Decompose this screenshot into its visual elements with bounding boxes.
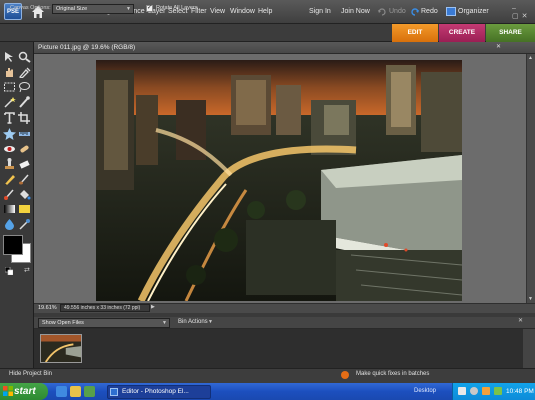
canvas-size-value: Original Size [56, 6, 88, 12]
rotate-all-layers-checkbox[interactable]: ✓ [146, 5, 153, 12]
red-eye-tool-icon[interactable] [3, 143, 16, 155]
redo-icon [411, 8, 419, 16]
project-bin [34, 329, 535, 368]
document-title: Picture 011.jpg @ 19.6% (RGB/8) [38, 44, 136, 51]
bin-actions-menu[interactable]: Bin Actions [178, 319, 208, 325]
ie-icon[interactable] [56, 386, 67, 397]
zoom-tool-icon[interactable] [18, 51, 31, 63]
bin-show-value: Show Open Files [42, 320, 84, 326]
quick-fix-icon [341, 371, 349, 379]
toolbox: ⇄ [0, 42, 34, 368]
zoom-readout: 19.61% [38, 305, 57, 311]
tab-share[interactable]: SHARE [486, 24, 535, 42]
menu-select[interactable]: Select [168, 0, 187, 24]
tab-create[interactable]: CREATE [439, 24, 485, 42]
tray-network-icon[interactable] [458, 387, 466, 395]
blur-tool-icon[interactable] [3, 218, 16, 230]
sponge-tool-icon[interactable] [18, 218, 31, 230]
gradient-tool-icon[interactable] [3, 203, 16, 215]
document-close-icon[interactable]: ✕ [496, 43, 503, 50]
photo-city-night[interactable] [96, 60, 462, 301]
canvas-options-label: Canvas Options: [10, 5, 51, 11]
bin-close-icon[interactable]: ✕ [518, 317, 523, 324]
menu-window[interactable]: Window [230, 0, 255, 24]
bin-show-select[interactable]: Show Open Files ▼ [38, 318, 170, 328]
brush-tool-icon[interactable] [18, 173, 31, 185]
spot-healing-tool-icon[interactable] [18, 143, 31, 155]
window-controls-icon[interactable]: ‒▢✕ [512, 5, 535, 20]
scroll-down-icon[interactable]: ▼ [528, 296, 533, 302]
undo-button[interactable]: Undo [389, 0, 406, 24]
crop-tool-icon[interactable] [18, 112, 31, 124]
paint-bucket-tool-icon[interactable] [18, 188, 31, 200]
organizer-icon [446, 7, 456, 16]
smart-brush-tool-icon[interactable] [3, 188, 16, 200]
bin-scrollbar[interactable] [523, 329, 535, 368]
photoshop-icon [110, 388, 118, 396]
quick-fix-link[interactable]: Make quick fixes in batches [356, 371, 429, 377]
menu-layer[interactable]: Layer [148, 0, 166, 24]
swap-colors-icon[interactable]: ⇄ [24, 266, 30, 274]
quick-selection-tool-icon[interactable] [18, 96, 31, 108]
bin-thumbnail[interactable] [40, 334, 82, 363]
windows-flag-icon [3, 386, 13, 396]
chevron-right-icon[interactable]: ▶ [151, 304, 155, 310]
taskbar-item-editor[interactable]: Editor - Photoshop El... [107, 385, 211, 399]
status-strip [0, 368, 535, 383]
clone-stamp-tool-icon[interactable] [3, 158, 16, 170]
move-tool-icon[interactable] [3, 51, 16, 63]
hand-tool-icon[interactable] [3, 66, 16, 78]
default-colors-icon[interactable] [5, 267, 13, 275]
organizer-button[interactable]: Organizer [458, 0, 489, 24]
chevron-down-icon: ▼ [126, 6, 131, 12]
cookie-cutter-tool-icon[interactable] [3, 128, 16, 140]
desktop-toolbar-label[interactable]: Desktop [414, 388, 436, 394]
taskbar-clock[interactable]: 10:48 PM [506, 388, 534, 395]
vertical-scrollbar[interactable]: ▲ ▼ [526, 54, 535, 303]
hide-project-bin-toggle[interactable]: Hide Project Bin [9, 371, 52, 377]
tray-app-icon[interactable] [482, 387, 490, 395]
magic-wand-tool-icon[interactable] [3, 96, 16, 108]
menu-help[interactable]: Help [258, 0, 272, 24]
shape-tool-icon[interactable] [18, 203, 31, 215]
scroll-up-icon[interactable]: ▲ [528, 55, 533, 61]
eyedropper-tool-icon[interactable] [18, 66, 31, 78]
chevron-down-icon[interactable]: ▼ [208, 319, 213, 325]
pencil-tool-icon[interactable] [3, 173, 16, 185]
menu-filter[interactable]: Filter [191, 0, 207, 24]
menu-view[interactable]: View [210, 0, 225, 24]
type-tool-icon[interactable] [3, 112, 16, 124]
straighten-tool-icon[interactable] [18, 128, 31, 140]
undo-icon [378, 8, 386, 16]
media-icon[interactable] [84, 386, 95, 397]
lasso-tool-icon[interactable] [18, 81, 31, 93]
canvas-size-select[interactable]: Original Size ▼ [52, 4, 134, 14]
foreground-color-swatch[interactable] [3, 235, 23, 255]
eraser-tool-icon[interactable] [18, 158, 31, 170]
tray-volume-icon[interactable] [470, 387, 478, 395]
folder-icon[interactable] [70, 386, 81, 397]
marquee-tool-icon[interactable] [3, 81, 16, 93]
tray-shield-icon[interactable] [494, 387, 502, 395]
redo-button[interactable]: Redo [421, 0, 438, 24]
rotate-all-layers-label: Rotate All Layers [156, 5, 198, 11]
sign-in-link[interactable]: Sign In [309, 0, 331, 24]
tab-edit[interactable]: EDIT [392, 24, 438, 42]
join-now-link[interactable]: Join Now [341, 0, 370, 24]
chevron-down-icon: ▼ [162, 320, 167, 326]
document-info-field: 49.556 inches x 33 inches (72 ppi) [60, 304, 150, 312]
